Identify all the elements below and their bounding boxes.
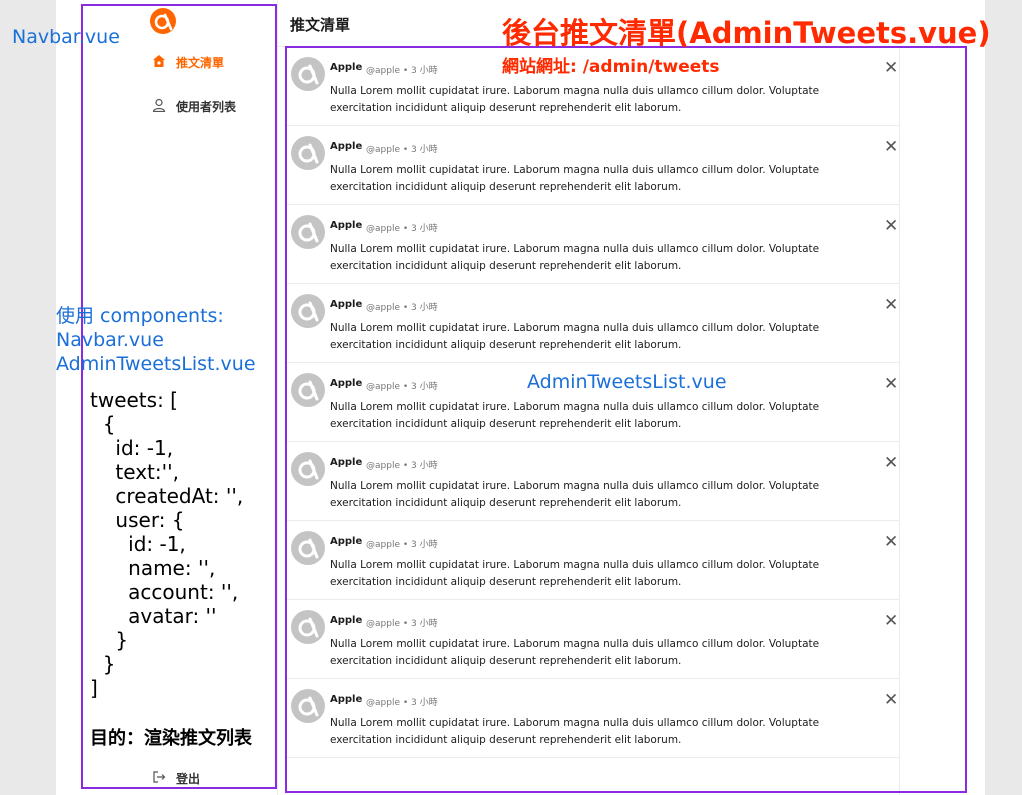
code-line: { bbox=[90, 412, 116, 436]
code-line: id: -1, bbox=[90, 436, 174, 460]
navbar-divider bbox=[277, 0, 278, 795]
code-line: createdAt: '', bbox=[90, 484, 244, 508]
code-line: } bbox=[90, 652, 116, 676]
page-title: 推文清單 bbox=[290, 16, 351, 34]
list-annotation-label: AdminTweetsList.vue bbox=[527, 371, 727, 393]
purpose-annotation: 目的：渲染推文列表 bbox=[90, 728, 252, 749]
code-line: avatar: '' bbox=[90, 604, 217, 628]
navbar-annotation-label: Navbar.vue bbox=[12, 26, 120, 48]
code-line: } bbox=[90, 628, 129, 652]
code-line: tweets: [ bbox=[90, 388, 178, 412]
url-annotation: 網站網址: /admin/tweets bbox=[502, 57, 720, 77]
code-line: text:'', bbox=[90, 460, 179, 484]
components-annotation: 使用 components: Navbar.vue AdminTweetsLis… bbox=[56, 304, 256, 376]
data-structure-annotation: tweets: [ { id: -1, text:'', createdAt: … bbox=[90, 388, 243, 700]
code-line: id: -1, bbox=[90, 532, 186, 556]
code-line: user: { bbox=[90, 508, 185, 532]
components-annotation-line: 使用 components: bbox=[56, 305, 224, 327]
page-background-left bbox=[0, 0, 56, 795]
code-line: name: '', bbox=[90, 556, 216, 580]
components-annotation-line: AdminTweetsList.vue bbox=[56, 353, 256, 375]
components-annotation-line: Navbar.vue bbox=[56, 329, 164, 351]
code-line: account: '', bbox=[90, 580, 239, 604]
page-background-right bbox=[985, 0, 1022, 795]
page-annotation-title: 後台推文清單(AdminTweets.vue) bbox=[502, 16, 991, 50]
tweets-list-annotation-box bbox=[285, 46, 967, 793]
code-line: ] bbox=[90, 676, 98, 700]
